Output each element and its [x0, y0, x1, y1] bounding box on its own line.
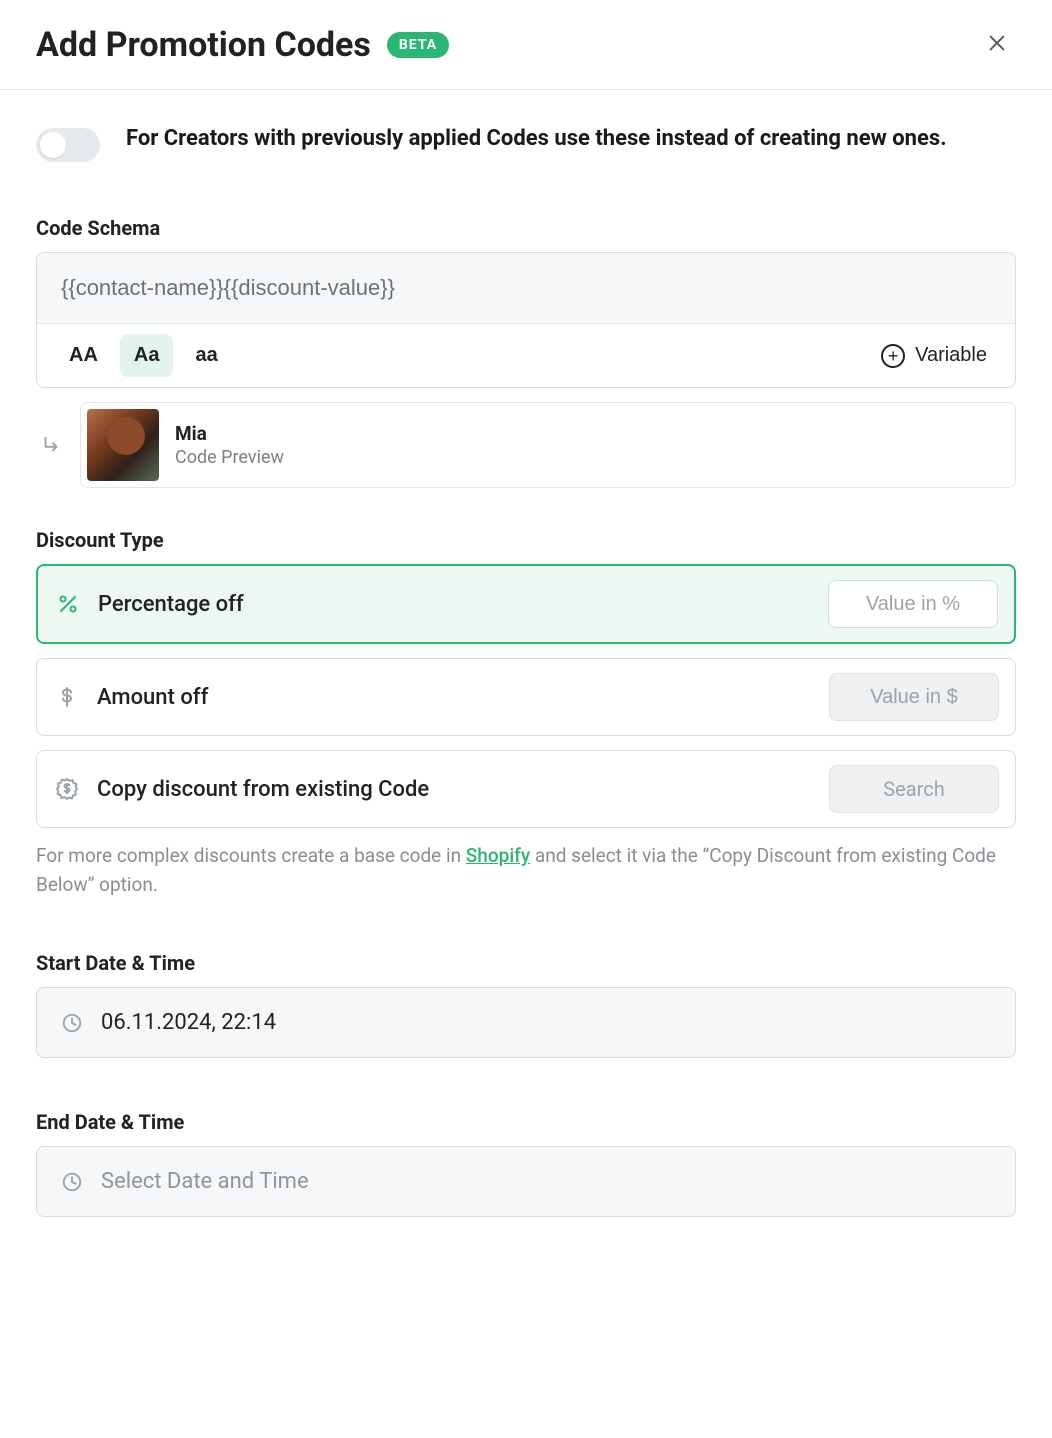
- discount-option-percentage[interactable]: Percentage off: [36, 564, 1016, 644]
- discount-amount-label: Amount off: [97, 685, 813, 710]
- start-date-section: Start Date & Time 06.11.2024, 22:14: [36, 951, 1016, 1058]
- code-schema-box: AA Aa aa + Variable: [36, 252, 1016, 388]
- discount-type-section: Discount Type Percentage off Amount off: [36, 528, 1016, 899]
- close-button[interactable]: [978, 24, 1016, 65]
- reuse-codes-row: For Creators with previously applied Cod…: [36, 110, 1016, 194]
- clock-icon: [61, 1012, 83, 1034]
- add-variable-label: Variable: [915, 344, 987, 367]
- badge-dollar-icon: [53, 775, 81, 803]
- modal-title: Add Promotion Codes: [36, 25, 371, 65]
- amount-value-input[interactable]: [829, 673, 999, 721]
- code-preview-row: Mia Code Preview: [36, 402, 1016, 488]
- toggle-knob: [40, 132, 66, 158]
- preview-subtitle: Code Preview: [175, 447, 284, 468]
- code-preview-card: Mia Code Preview: [80, 402, 1016, 488]
- case-title-button[interactable]: Aa: [120, 334, 174, 377]
- add-variable-button[interactable]: + Variable: [871, 336, 997, 376]
- code-schema-label: Code Schema: [36, 216, 1016, 240]
- discount-option-copy[interactable]: Copy discount from existing Code Search: [36, 750, 1016, 828]
- reuse-codes-description: For Creators with previously applied Cod…: [126, 124, 947, 154]
- case-upper-button[interactable]: AA: [55, 334, 112, 377]
- discount-copy-label: Copy discount from existing Code: [97, 777, 813, 802]
- start-date-label: Start Date & Time: [36, 951, 1016, 975]
- beta-badge: BETA: [387, 32, 449, 58]
- shopify-link[interactable]: Shopify: [466, 844, 530, 867]
- preview-name: Mia: [175, 422, 284, 445]
- modal-header: Add Promotion Codes BETA: [0, 0, 1052, 90]
- clock-icon: [61, 1171, 83, 1193]
- avatar: [87, 409, 159, 481]
- discount-helper-text: For more complex discounts create a base…: [36, 842, 1016, 899]
- code-schema-toolbar: AA Aa aa + Variable: [37, 323, 1015, 387]
- discount-percentage-label: Percentage off: [98, 592, 812, 617]
- percent-icon: [54, 590, 82, 618]
- percentage-value-input[interactable]: [828, 580, 998, 628]
- subdirectory-arrow-icon: [36, 402, 66, 488]
- dollar-icon: [53, 683, 81, 711]
- reuse-codes-toggle[interactable]: [36, 128, 100, 162]
- discount-option-amount[interactable]: Amount off: [36, 658, 1016, 736]
- search-existing-code-button[interactable]: Search: [829, 765, 999, 813]
- end-date-placeholder: Select Date and Time: [101, 1169, 309, 1194]
- discount-type-label: Discount Type: [36, 528, 1016, 552]
- end-date-section: End Date & Time Select Date and Time: [36, 1110, 1016, 1217]
- close-icon: [986, 42, 1008, 57]
- end-date-label: End Date & Time: [36, 1110, 1016, 1134]
- start-date-value: 06.11.2024, 22:14: [101, 1010, 276, 1035]
- end-date-field[interactable]: Select Date and Time: [36, 1146, 1016, 1217]
- add-promotion-codes-modal: Add Promotion Codes BETA For Creators wi…: [0, 0, 1052, 1257]
- plus-circle-icon: +: [881, 344, 905, 368]
- code-schema-input[interactable]: [37, 253, 1015, 323]
- case-lower-button[interactable]: aa: [181, 334, 231, 377]
- start-date-field[interactable]: 06.11.2024, 22:14: [36, 987, 1016, 1058]
